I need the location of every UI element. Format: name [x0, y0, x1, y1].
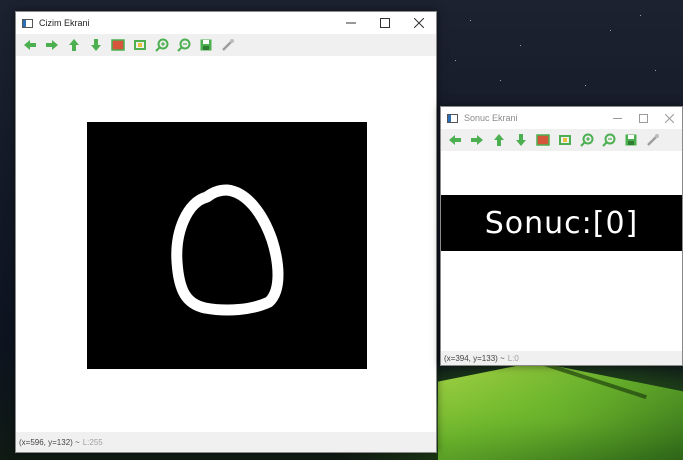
maximize-button[interactable] — [368, 12, 402, 34]
properties-icon[interactable] — [219, 37, 237, 53]
zoom-in-icon[interactable] — [153, 37, 171, 53]
zoom-to-fit-icon[interactable] — [109, 37, 127, 53]
maximize-button[interactable] — [630, 107, 656, 129]
pan-up-icon[interactable] — [490, 132, 508, 148]
window-title: Cizim Ekrani — [39, 18, 90, 28]
maximize-icon — [638, 113, 648, 123]
pan-right-icon[interactable] — [43, 37, 61, 53]
properties-icon[interactable] — [644, 132, 662, 148]
status-bar: (x=394, y=133) ~ L:0 — [441, 351, 682, 365]
zoom-in-icon[interactable] — [578, 132, 596, 148]
close-icon — [414, 18, 424, 28]
window-title: Sonuc Ekrani — [464, 113, 518, 123]
drawing-area[interactable] — [16, 56, 436, 432]
pan-up-icon[interactable] — [65, 37, 83, 53]
result-window[interactable]: Sonuc Ekrani Sonuc:[0] (x=394, y=133) ~ … — [440, 106, 683, 366]
pixel-value: L:0 — [507, 353, 519, 363]
zoom-to-fit-icon[interactable] — [534, 132, 552, 148]
minimize-button[interactable] — [604, 107, 630, 129]
close-icon — [664, 113, 674, 123]
maximize-icon — [380, 18, 390, 28]
pan-left-icon[interactable] — [21, 37, 39, 53]
minimize-button[interactable] — [334, 12, 368, 34]
drawing-canvas[interactable] — [87, 122, 367, 369]
save-icon[interactable] — [197, 37, 215, 53]
prediction-result-text: Sonuc:[0] — [441, 195, 682, 251]
pan-down-icon[interactable] — [512, 132, 530, 148]
pixel-value: L:255 — [82, 437, 103, 447]
cursor-coordinates: (x=394, y=133) ~ — [444, 353, 505, 363]
minimize-icon — [346, 22, 356, 24]
toolbar — [16, 34, 436, 56]
toolbar — [441, 129, 682, 151]
status-bar: (x=596, y=132) ~ L:255 — [16, 432, 436, 452]
zoom-out-icon[interactable] — [175, 37, 193, 53]
pan-down-icon[interactable] — [87, 37, 105, 53]
zoom-original-icon[interactable] — [131, 37, 149, 53]
cursor-coordinates: (x=596, y=132) ~ — [19, 437, 80, 447]
title-bar[interactable]: Sonuc Ekrani — [441, 107, 682, 129]
close-button[interactable] — [402, 12, 436, 34]
zoom-out-icon[interactable] — [600, 132, 618, 148]
zoom-original-icon[interactable] — [556, 132, 574, 148]
tent-image — [438, 362, 683, 460]
result-area: Sonuc:[0] — [441, 151, 682, 351]
handwritten-digit-stroke — [171, 184, 284, 316]
app-icon — [447, 113, 458, 123]
title-bar[interactable]: Cizim Ekrani — [16, 12, 436, 34]
drawing-window[interactable]: Cizim Ekrani (x=596, y=132) ~ L:255 — [15, 11, 437, 453]
minimize-icon — [612, 117, 622, 119]
close-button[interactable] — [656, 107, 682, 129]
pan-left-icon[interactable] — [446, 132, 464, 148]
app-icon — [22, 18, 33, 28]
save-icon[interactable] — [622, 132, 640, 148]
pan-right-icon[interactable] — [468, 132, 486, 148]
